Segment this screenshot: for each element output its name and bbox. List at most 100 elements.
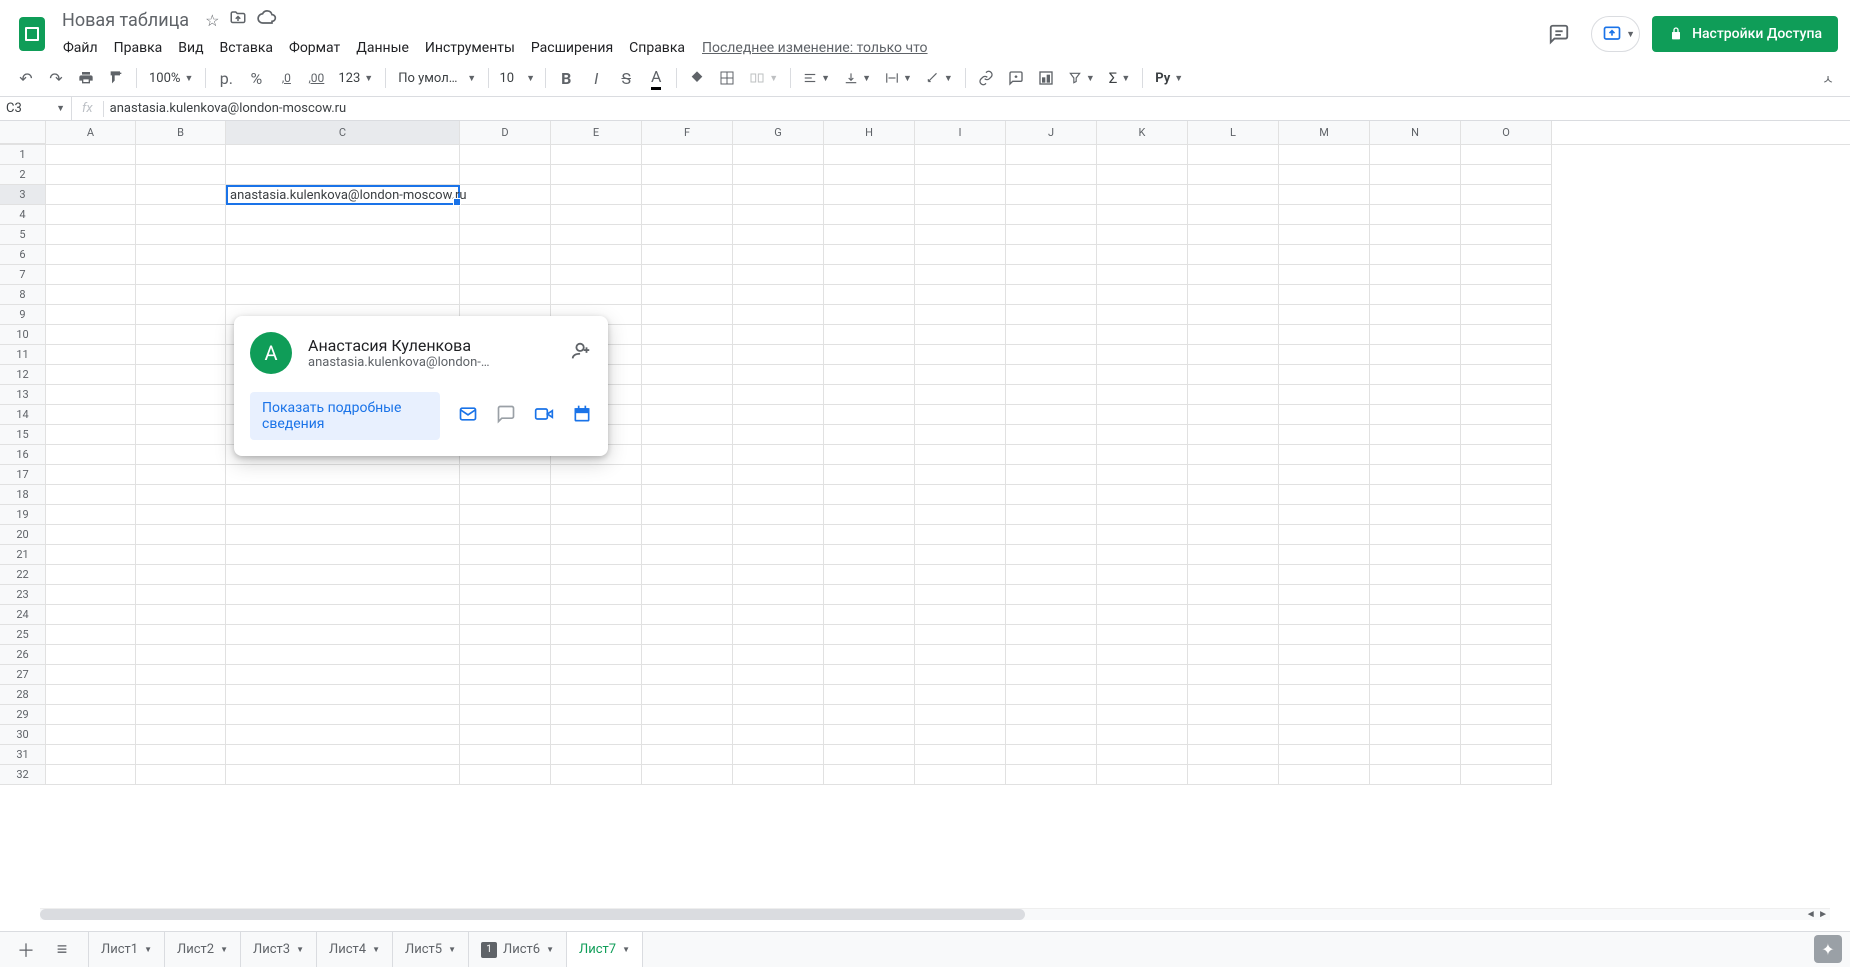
cell-I18[interactable] (915, 485, 1006, 505)
cell-L14[interactable] (1188, 405, 1279, 425)
cell-B3[interactable] (136, 185, 226, 205)
menu-Правка[interactable]: Правка (107, 36, 170, 60)
cell-A28[interactable] (46, 685, 136, 705)
cell-M20[interactable] (1279, 525, 1370, 545)
cell-D5[interactable] (460, 225, 551, 245)
cell-B13[interactable] (136, 385, 226, 405)
cell-O9[interactable] (1461, 305, 1552, 325)
row-header-3[interactable]: 3 (0, 185, 46, 205)
cell-A10[interactable] (46, 325, 136, 345)
cell-N8[interactable] (1370, 285, 1461, 305)
row-header-11[interactable]: 11 (0, 345, 46, 365)
cell-B30[interactable] (136, 725, 226, 745)
col-header-F[interactable]: F (642, 121, 733, 144)
cell-B15[interactable] (136, 425, 226, 445)
cell-B27[interactable] (136, 665, 226, 685)
cell-B25[interactable] (136, 625, 226, 645)
cell-F12[interactable] (642, 365, 733, 385)
cell-A18[interactable] (46, 485, 136, 505)
sheet-tab-Лист5[interactable]: Лист5▼ (392, 932, 469, 967)
rotate-icon[interactable]: ▼ (920, 65, 959, 91)
cell-I14[interactable] (915, 405, 1006, 425)
cell-E3[interactable] (551, 185, 642, 205)
horizontal-scrollbar[interactable]: ◄ ► (40, 908, 1830, 920)
cell-K13[interactable] (1097, 385, 1188, 405)
cell-E22[interactable] (551, 565, 642, 585)
cell-A11[interactable] (46, 345, 136, 365)
cell-K5[interactable] (1097, 225, 1188, 245)
cell-N9[interactable] (1370, 305, 1461, 325)
cell-A23[interactable] (46, 585, 136, 605)
row-header-19[interactable]: 19 (0, 505, 46, 525)
cell-O29[interactable] (1461, 705, 1552, 725)
formula-input[interactable]: anastasia.kulenkova@london-moscow.ru (104, 101, 1850, 116)
increase-decimal-button[interactable]: ,00 (302, 64, 330, 92)
cell-C25[interactable] (226, 625, 460, 645)
filter-icon[interactable]: ▼ (1062, 65, 1101, 91)
cell-O21[interactable] (1461, 545, 1552, 565)
col-header-B[interactable]: B (136, 121, 226, 144)
cell-G32[interactable] (733, 765, 824, 785)
cell-N7[interactable] (1370, 265, 1461, 285)
cell-L15[interactable] (1188, 425, 1279, 445)
cell-N26[interactable] (1370, 645, 1461, 665)
cell-D7[interactable] (460, 265, 551, 285)
cell-A8[interactable] (46, 285, 136, 305)
cell-J4[interactable] (1006, 205, 1097, 225)
cell-I4[interactable] (915, 205, 1006, 225)
cell-G10[interactable] (733, 325, 824, 345)
cell-O23[interactable] (1461, 585, 1552, 605)
cell-C6[interactable] (226, 245, 460, 265)
cell-F7[interactable] (642, 265, 733, 285)
cell-J29[interactable] (1006, 705, 1097, 725)
cell-N30[interactable] (1370, 725, 1461, 745)
menu-Справка[interactable]: Справка (622, 36, 692, 60)
sheets-logo[interactable] (12, 14, 52, 54)
cell-N15[interactable] (1370, 425, 1461, 445)
col-header-J[interactable]: J (1006, 121, 1097, 144)
cell-K21[interactable] (1097, 545, 1188, 565)
cell-K3[interactable] (1097, 185, 1188, 205)
col-header-M[interactable]: M (1279, 121, 1370, 144)
cell-O25[interactable] (1461, 625, 1552, 645)
cell-O17[interactable] (1461, 465, 1552, 485)
cell-I11[interactable] (915, 345, 1006, 365)
decrease-decimal-button[interactable]: ,0 (272, 64, 300, 92)
cell-K14[interactable] (1097, 405, 1188, 425)
row-header-28[interactable]: 28 (0, 685, 46, 705)
cell-D18[interactable] (460, 485, 551, 505)
cell-M24[interactable] (1279, 605, 1370, 625)
cell-B16[interactable] (136, 445, 226, 465)
cell-E21[interactable] (551, 545, 642, 565)
cell-N21[interactable] (1370, 545, 1461, 565)
cell-I7[interactable] (915, 265, 1006, 285)
cell-B7[interactable] (136, 265, 226, 285)
video-call-icon[interactable] (534, 404, 554, 429)
cell-N31[interactable] (1370, 745, 1461, 765)
cell-H6[interactable] (824, 245, 915, 265)
cell-E5[interactable] (551, 225, 642, 245)
cell-F30[interactable] (642, 725, 733, 745)
cell-K27[interactable] (1097, 665, 1188, 685)
cell-J5[interactable] (1006, 225, 1097, 245)
cell-L26[interactable] (1188, 645, 1279, 665)
cell-M5[interactable] (1279, 225, 1370, 245)
cell-E6[interactable] (551, 245, 642, 265)
cell-A1[interactable] (46, 145, 136, 165)
cell-A26[interactable] (46, 645, 136, 665)
cell-J21[interactable] (1006, 545, 1097, 565)
row-header-27[interactable]: 27 (0, 665, 46, 685)
cell-I15[interactable] (915, 425, 1006, 445)
cell-L27[interactable] (1188, 665, 1279, 685)
zoom-selector[interactable]: 100%▼ (143, 65, 199, 91)
cell-G1[interactable] (733, 145, 824, 165)
cell-J27[interactable] (1006, 665, 1097, 685)
cell-J24[interactable] (1006, 605, 1097, 625)
cell-C3[interactable]: anastasia.kulenkova@london-moscow.ru (226, 185, 460, 205)
print-icon[interactable] (72, 64, 100, 92)
cell-H4[interactable] (824, 205, 915, 225)
cell-G25[interactable] (733, 625, 824, 645)
cell-D3[interactable] (460, 185, 551, 205)
cell-G30[interactable] (733, 725, 824, 745)
cell-L13[interactable] (1188, 385, 1279, 405)
